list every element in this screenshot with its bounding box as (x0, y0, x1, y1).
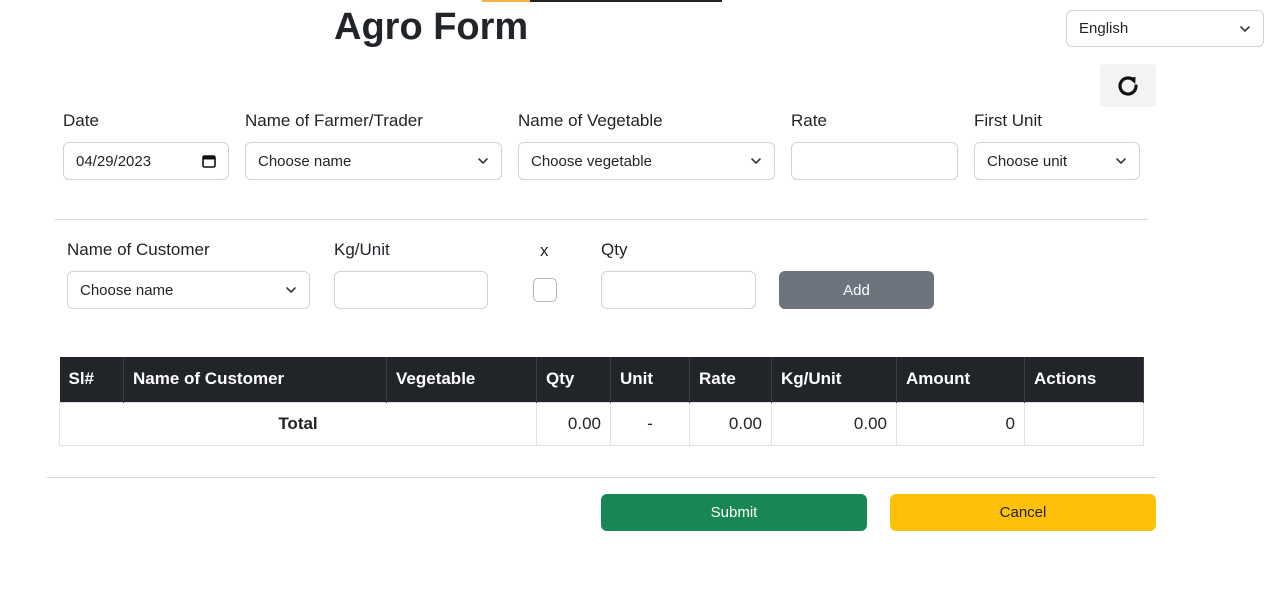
language-select[interactable]: English (1066, 10, 1264, 47)
vegetable-select[interactable]: Choose vegetable (518, 142, 775, 180)
x-label: x (540, 241, 549, 260)
total-qty: 0.00 (536, 401, 611, 446)
refresh-icon (1118, 75, 1138, 96)
kg-unit-input[interactable] (334, 271, 488, 309)
multiply-checkbox[interactable] (533, 278, 557, 302)
top-divider-line (530, 0, 722, 2)
chevron-down-icon (1240, 25, 1250, 32)
total-label: Total (59, 401, 537, 446)
total-unit: - (610, 401, 690, 446)
submit-button[interactable]: Submit (601, 494, 867, 531)
vegetable-select-placeholder: Choose vegetable (531, 152, 652, 170)
first-unit-label: First Unit (974, 111, 1042, 130)
date-input-value: 04/29/2023 (76, 152, 152, 170)
column-header-unit: Unit (610, 357, 690, 402)
table-header-row: Sl# Name of Customer Vegetable Qty Unit … (59, 357, 1144, 402)
vegetable-label: Name of Vegetable (518, 111, 663, 130)
section-divider (55, 219, 1148, 220)
total-rate: 0.00 (689, 401, 772, 446)
page-title: Agro Form (334, 6, 529, 48)
chevron-down-icon (478, 158, 488, 164)
footer-divider (47, 477, 1156, 478)
refresh-button[interactable] (1100, 64, 1156, 107)
qty-input[interactable] (601, 271, 756, 309)
chevron-down-icon (286, 287, 296, 293)
customer-label: Name of Customer (67, 240, 210, 259)
language-select-value: English (1079, 20, 1129, 37)
rate-label: Rate (791, 111, 827, 130)
qty-label: Qty (601, 240, 628, 259)
column-header-customer: Name of Customer (123, 357, 387, 402)
total-kg-unit: 0.00 (771, 401, 897, 446)
farmer-select-placeholder: Choose name (258, 152, 352, 170)
farmer-select[interactable]: Choose name (245, 142, 502, 180)
entries-table: Sl# Name of Customer Vegetable Qty Unit … (59, 357, 1144, 446)
calendar-icon[interactable] (202, 154, 216, 168)
rate-input[interactable] (791, 142, 958, 180)
date-label: Date (63, 111, 99, 130)
first-unit-select-placeholder: Choose unit (987, 152, 1068, 170)
cancel-button[interactable]: Cancel (890, 494, 1156, 531)
total-actions (1024, 401, 1144, 446)
kg-unit-label: Kg/Unit (334, 240, 390, 259)
column-header-qty: Qty (536, 357, 611, 402)
customer-select-placeholder: Choose name (80, 281, 174, 299)
total-amount: 0 (896, 401, 1025, 446)
farmer-label: Name of Farmer/Trader (245, 111, 423, 130)
column-header-kg-unit: Kg/Unit (771, 357, 897, 402)
column-header-actions: Actions (1024, 357, 1144, 402)
column-header-sl: Sl# (59, 357, 124, 402)
top-accent-line (482, 0, 530, 2)
column-header-vegetable: Vegetable (386, 357, 537, 402)
add-button[interactable]: Add (779, 271, 934, 309)
chevron-down-icon (751, 158, 761, 164)
column-header-amount: Amount (896, 357, 1025, 402)
column-header-rate: Rate (689, 357, 772, 402)
table-total-row: Total 0.00 - 0.00 0.00 0 (59, 401, 1144, 446)
chevron-down-icon (1116, 158, 1126, 164)
customer-select[interactable]: Choose name (67, 271, 310, 309)
date-input[interactable]: 04/29/2023 (63, 142, 229, 180)
first-unit-select[interactable]: Choose unit (974, 142, 1140, 180)
